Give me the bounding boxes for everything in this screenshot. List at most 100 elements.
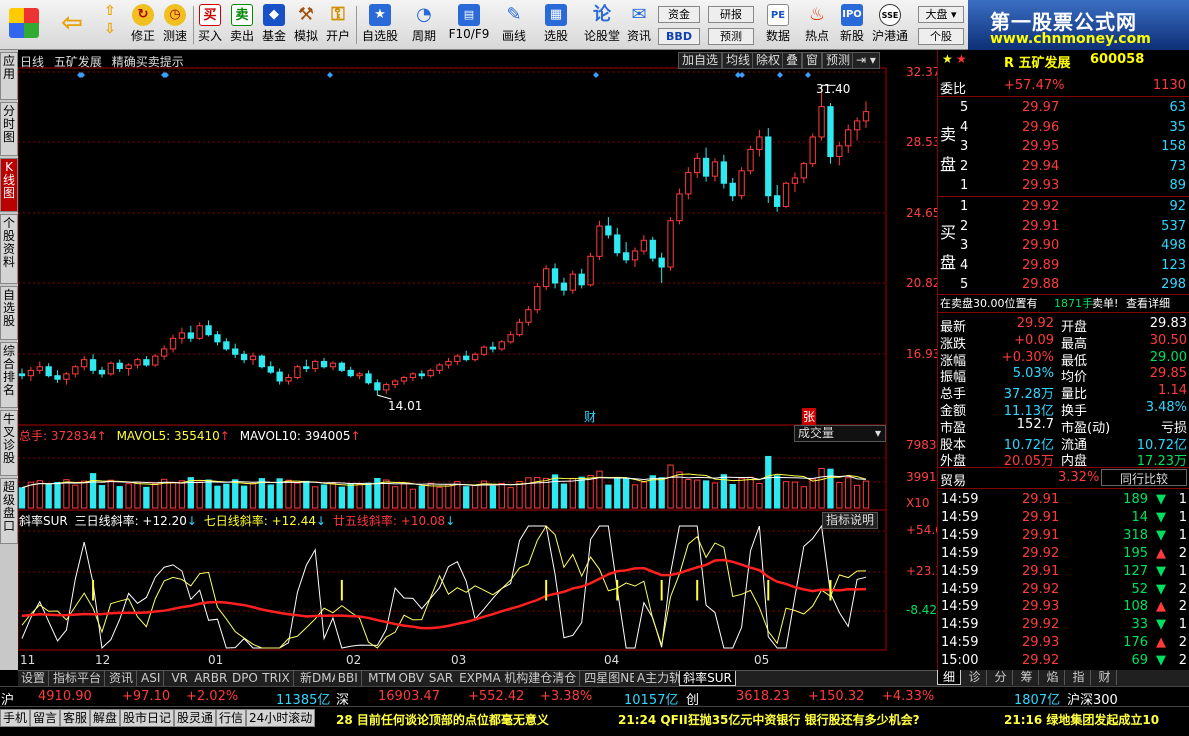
stat-row[interactable]: 股本 10.72亿 流通 10.72亿 — [938, 434, 1189, 453]
stat-row[interactable]: 最新 29.92 开盘 29.83 — [938, 316, 1189, 335]
predict-button[interactable]: 预测 — [822, 52, 855, 69]
speed-test-button[interactable]: ◷ 测速 — [160, 2, 190, 48]
indicator-tab[interactable]: 资讯 — [106, 671, 138, 686]
tab-apps[interactable]: 应用 — [0, 52, 18, 100]
indicator-tab[interactable]: SAR — [425, 671, 458, 686]
limit-up-marker[interactable]: 张 — [802, 408, 817, 425]
notice-detail-link[interactable]: 查看详细 — [1126, 295, 1170, 311]
status-button[interactable]: 手机 — [0, 709, 31, 727]
stat-row[interactable]: 金额 11.13亿 换手 3.48% — [938, 400, 1189, 419]
status-button[interactable]: 留言 — [30, 709, 61, 727]
tick-row[interactable]: 14:59 29.93 176 ▲ 2 — [938, 635, 1189, 652]
buy-level[interactable]: 1 29.92 92 — [938, 199, 1189, 216]
stock-screen-button[interactable]: ▦ 选股 — [538, 2, 574, 48]
tab-diagnosis[interactable]: 牛叉诊股 — [0, 410, 18, 476]
sell-level[interactable]: 5 29.97 63 — [938, 100, 1189, 117]
big-order-notice[interactable]: 在卖盘30.00位置有 1871手 卖单! 查看详细 — [938, 295, 1189, 312]
alert-star-icon[interactable]: ★ — [956, 52, 967, 66]
tab-super-depth[interactable]: 超级盘口 — [0, 478, 18, 544]
tick-row[interactable]: 14:59 29.92 195 ▲ 2 — [938, 546, 1189, 563]
news-ticker-2[interactable]: 21:24 QFII狂抛35亿元中资银行 银行股还有多少机会? — [618, 711, 920, 728]
status-button[interactable]: 24小时滚动 — [246, 709, 316, 727]
sell-level[interactable]: 4 29.96 35 — [938, 120, 1189, 137]
bbd-button[interactable]: BBD — [658, 28, 700, 45]
status-button[interactable]: 解盘 — [90, 709, 121, 727]
open-account-button[interactable]: ⚿ 开户 — [324, 2, 352, 48]
tick-row[interactable]: 14:59 29.91 189 ▼ 1 — [938, 492, 1189, 509]
indicator-tab[interactable]: 指标平台 — [50, 671, 106, 686]
peer-compare-button[interactable]: 同行比较 — [1101, 469, 1187, 486]
news-button[interactable]: ✉ 资讯 — [624, 2, 654, 48]
forum-button[interactable]: 论 论股堂 — [582, 2, 622, 48]
back-button[interactable]: ⇦ — [52, 2, 92, 48]
research-button[interactable]: 研报 — [708, 6, 754, 23]
expand-icon[interactable]: ⇥ ▾ — [852, 52, 880, 69]
panel-tab[interactable]: 筹 — [1015, 670, 1039, 685]
fix-button[interactable]: ↻ 修正 — [128, 2, 158, 48]
overlay-button[interactable]: 叠 — [782, 52, 803, 69]
finance-marker[interactable]: 财 — [584, 408, 596, 425]
buy-level[interactable]: 5 29.88 298 — [938, 277, 1189, 294]
forecast-button[interactable]: 预测 — [708, 28, 754, 45]
window-button[interactable]: 窗 — [802, 52, 823, 69]
tick-row[interactable]: 15:00 29.92 69 ▼ 2 — [938, 653, 1189, 670]
sell-level[interactable]: 2 29.94 73 — [938, 159, 1189, 176]
panel-tab[interactable]: 分 — [989, 670, 1013, 685]
add-watchlist-button[interactable]: 加自选 — [678, 52, 723, 69]
tick-row[interactable]: 14:59 29.91 14 ▼ 1 — [938, 510, 1189, 527]
ipo-button[interactable]: IPO 新股 — [836, 2, 868, 48]
news-ticker-3[interactable]: 21:16 绿地集团发起成立10 — [1004, 711, 1159, 728]
tab-watchlist[interactable]: 自选股 — [0, 286, 18, 340]
tick-row[interactable]: 14:59 29.91 127 ▼ 1 — [938, 564, 1189, 581]
stat-row[interactable]: 涨跌 +0.09 最高 30.50 — [938, 333, 1189, 352]
stat-row[interactable]: 振幅 5.03% 均价 29.85 — [938, 366, 1189, 385]
period-button[interactable]: ◔ 周期 — [404, 2, 444, 48]
hotspot-button[interactable]: ♨ 热点 — [800, 2, 834, 48]
hk-connect-button[interactable]: SSE 沪港通 — [870, 2, 910, 48]
stat-row[interactable]: 外盘 20.05万 内盘 17.23万 — [938, 450, 1189, 469]
status-button[interactable]: 客服 — [60, 709, 91, 727]
status-button[interactable]: 行信 — [216, 709, 247, 727]
panel-tab[interactable]: 细 — [937, 670, 961, 685]
status-button[interactable]: 股市日记 — [120, 709, 175, 727]
indicator-tab[interactable]: VR — [168, 671, 192, 686]
tick-row[interactable]: 14:59 29.91 318 ▼ 1 — [938, 528, 1189, 545]
simulate-button[interactable]: ⚒ 模拟 — [292, 2, 320, 48]
tick-row[interactable]: 14:59 29.92 52 ▼ 2 — [938, 582, 1189, 599]
stat-row[interactable]: 涨幅 +0.30% 最低 29.00 — [938, 350, 1189, 369]
indicator-tab[interactable]: DPO — [228, 671, 262, 686]
stat-row[interactable]: 总手 37.28万 量比 1.14 — [938, 383, 1189, 402]
favorite-star-icon[interactable]: ★ — [942, 52, 953, 66]
fund-button[interactable]: ◆ 基金 — [260, 2, 288, 48]
panel-tab[interactable]: 指 — [1067, 670, 1091, 685]
volume-indicator-dropdown[interactable]: 成交量 ▾ — [794, 425, 886, 442]
draw-line-button[interactable]: ✎ 画线 — [496, 2, 532, 48]
ma-button[interactable]: 均线 — [722, 52, 755, 69]
indicator-tab[interactable]: OBV — [395, 671, 428, 686]
stat-row[interactable]: 市盈 152.7 市盈(动) 亏损 — [938, 417, 1189, 436]
indicator-tab[interactable]: TRIX — [259, 671, 294, 686]
kline-chart-area[interactable]: 日线 五矿发展 精确买卖提示 加自选 均线 除权 叠 窗 预测 ⇥ ▾ 32.3… — [18, 50, 950, 670]
indicator-tab[interactable]: 机构建仓清仓 — [501, 671, 581, 686]
f10-button[interactable]: ▤ F10/F9 — [447, 2, 491, 48]
buy-button[interactable]: 买 买入 — [196, 2, 224, 48]
watchlist-button[interactable]: ★ 自选股 — [360, 2, 400, 48]
tab-ranking[interactable]: 综合排名 — [0, 342, 18, 408]
buy-level[interactable]: 4 29.89 123 — [938, 258, 1189, 275]
stock-button[interactable]: 个股 — [918, 28, 964, 45]
indicator-tab[interactable]: ASI — [138, 671, 165, 686]
status-button[interactable]: 股灵通 — [174, 709, 217, 727]
news-ticker-1[interactable]: 28 目前任何谈论顶部的点位都毫无意义 — [336, 711, 549, 728]
exright-button[interactable]: 除权 — [752, 52, 785, 69]
market-dropdown[interactable]: 大盘 ▾ — [918, 6, 964, 23]
tab-stock-info[interactable]: 个股资料 — [0, 214, 18, 284]
indicator-tab[interactable]: ARBR — [191, 671, 232, 686]
tick-row[interactable]: 14:59 29.93 108 ▲ 2 — [938, 599, 1189, 616]
data-button[interactable]: PE 数据 — [760, 2, 796, 48]
buy-level[interactable]: 2 29.91 537 — [938, 219, 1189, 236]
tab-kline[interactable]: K线图 — [0, 158, 18, 212]
panel-tab[interactable]: 焰 — [1041, 670, 1065, 685]
sell-level[interactable]: 1 29.93 89 — [938, 178, 1189, 195]
panel-tab[interactable]: 财 — [1093, 670, 1117, 685]
indicator-tab[interactable]: 斜率SUR — [679, 671, 736, 686]
